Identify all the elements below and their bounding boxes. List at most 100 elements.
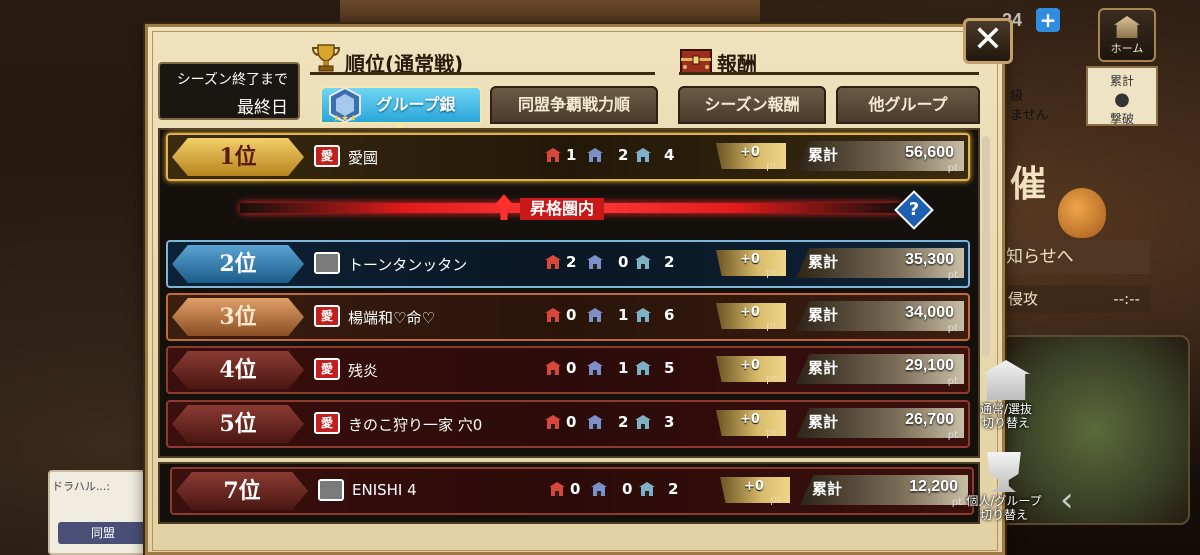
scroll-label: 累計 <box>1109 74 1134 88</box>
total-unit: pt <box>947 376 958 387</box>
teal-castle-icon <box>635 361 651 375</box>
red-castle-count: 0 <box>566 306 577 324</box>
tab-season-reward[interactable]: シーズン報酬 <box>678 86 826 124</box>
svg-text:★★★: ★★★ <box>333 114 357 124</box>
point-unit: pt <box>770 493 782 506</box>
clan-name: 愛國 <box>348 149 379 167</box>
trophy-switch-icon <box>987 452 1021 492</box>
mascot-image <box>1058 188 1106 238</box>
bg-event-title: 催 <box>1010 163 1047 205</box>
rank-text: 7位 <box>223 478 261 504</box>
season-remaining-box: シーズン終了まで 最終日 <box>158 62 300 120</box>
total-unit: pt <box>947 430 958 441</box>
reward-heading-underline <box>679 72 979 75</box>
help-question-mark: ? <box>908 199 920 220</box>
teal-castle-count: 2 <box>664 253 675 271</box>
point-change: +0 <box>740 305 760 320</box>
tab-alliance-power[interactable]: 同盟争覇戦力順 <box>490 86 658 124</box>
bg-rank-label: 級 <box>1010 89 1024 104</box>
blue-castle-icon <box>587 415 603 429</box>
clan-emblem-icon: 愛 <box>314 305 340 327</box>
list-scrollbar[interactable] <box>982 136 990 356</box>
notice-link[interactable]: 知らせへ <box>1000 240 1150 274</box>
ranking-row[interactable]: 2位 トーンタンッタン 2 0 2 +0 pt 累計 35,300 pt <box>166 240 970 288</box>
blue-castle-icon <box>591 482 607 496</box>
bg-rank-sub: ません <box>1010 108 1049 123</box>
total-points: 12,200 <box>909 478 958 495</box>
ranking-row[interactable]: 4位 愛 残炎 0 1 5 +0 pt 累計 29,100 pt <box>166 346 970 394</box>
season-label: シーズン終了まで <box>176 72 288 88</box>
total-points: 34,000 <box>905 304 954 321</box>
red-castle-count: 0 <box>566 413 577 431</box>
total-unit: pt <box>951 497 962 508</box>
home-button[interactable]: ホーム <box>1098 8 1156 62</box>
rank-text: 5位 <box>219 411 257 437</box>
point-unit: pt <box>766 372 778 385</box>
kill-count-scroll: 累計 ● 撃破 <box>1086 66 1158 126</box>
promotion-label: 昇格圏内 <box>520 198 605 220</box>
total-unit: pt <box>947 163 958 174</box>
point-unit: pt <box>766 319 778 332</box>
total-points: 56,600 <box>905 144 954 161</box>
rank-text: 3位 <box>219 304 257 330</box>
point-unit: pt <box>766 159 778 172</box>
total-label: 累計 <box>808 413 839 431</box>
invasion-time: --:-- <box>1113 290 1140 308</box>
home-icon <box>1114 16 1140 38</box>
red-castle-icon <box>545 361 561 375</box>
scroll-sub: 撃破 <box>1109 112 1134 126</box>
clan-emblem-icon: 愛 <box>314 358 340 380</box>
ranking-row[interactable]: 3位 愛 楊端和♡命♡ 0 1 6 +0 pt 累計 34,000 pt <box>166 293 970 341</box>
point-unit: pt <box>766 266 778 279</box>
home-label: ホーム <box>1110 42 1144 55</box>
invasion-status: 侵攻 --:-- <box>1000 285 1150 313</box>
clan-emblem-icon <box>318 479 344 501</box>
close-button[interactable]: ✕ <box>963 18 1013 64</box>
point-change: +0 <box>740 358 760 373</box>
red-castle-icon <box>545 308 561 322</box>
teal-castle-count: 6 <box>664 306 675 324</box>
alliance-chat-button[interactable]: 同盟 <box>58 522 148 544</box>
clan-name: 楊端和♡命♡ <box>348 309 435 327</box>
total-label: 累計 <box>808 359 839 377</box>
tab-other-group[interactable]: 他グループ <box>836 86 980 124</box>
clan-emblem-icon: 愛 <box>314 412 340 434</box>
point-change: +0 <box>740 145 760 160</box>
switch-battle-mode-button[interactable]: 通常/選抜 切り替え <box>968 360 1044 436</box>
rank-badge: 2位 <box>172 245 304 283</box>
tab-label: グループ銀 <box>376 95 456 114</box>
scroll-coin-icon: ● <box>1114 89 1130 110</box>
ranking-row[interactable]: 5位 愛 きのこ狩り一家 穴0 0 2 3 +0 pt 累計 26,700 pt <box>166 400 970 448</box>
point-change: +0 <box>744 479 764 494</box>
add-currency-button[interactable]: + <box>1036 8 1060 32</box>
invasion-label: 侵攻 <box>1008 290 1039 308</box>
ranking-row[interactable]: 1位 愛 愛國 1 2 4 +0 pt 累計 56,600 pt <box>166 133 970 181</box>
red-castle-icon <box>549 482 565 496</box>
switch-view-label: 個人/グループ 切り替え <box>966 494 1042 522</box>
my-ranking-row[interactable]: 7位 ENISHI 4 0 0 2 +0 pt 累計 12,200 pt <box>170 467 974 515</box>
blue-castle-icon <box>587 308 603 322</box>
teal-castle-count: 4 <box>664 146 675 164</box>
trophy-icon <box>311 44 341 72</box>
teal-castle-icon <box>639 482 655 496</box>
point-unit: pt <box>766 426 778 439</box>
blue-castle-count: 0 <box>622 480 633 498</box>
clan-name: きのこ狩り一家 穴0 <box>348 416 483 434</box>
clan-name: ENISHI 4 <box>352 481 417 499</box>
total-unit: pt <box>947 270 958 281</box>
clan-name: トーンタンッタン <box>348 256 468 274</box>
blue-castle-icon <box>587 361 603 375</box>
point-change: +0 <box>740 252 760 267</box>
blue-castle-icon <box>587 148 603 162</box>
chevron-left-icon[interactable]: ‹ <box>1060 480 1074 520</box>
blue-castle-count: 1 <box>618 306 629 324</box>
rank-text: 1位 <box>219 144 257 170</box>
teal-castle-count: 5 <box>664 359 675 377</box>
total-points: 29,100 <box>905 357 954 374</box>
switch-view-button[interactable]: 個人/グループ 切り替え <box>966 452 1042 528</box>
rank-badge: 5位 <box>172 405 304 443</box>
point-change: +0 <box>740 412 760 427</box>
blue-castle-count: 1 <box>618 359 629 377</box>
rank-badge: 3位 <box>172 298 304 336</box>
red-castle-count: 2 <box>566 253 577 271</box>
